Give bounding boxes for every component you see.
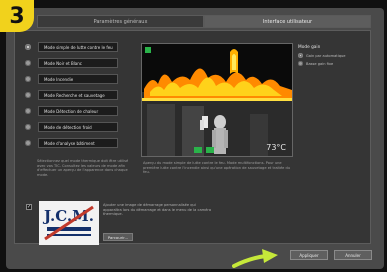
- mode-preview-description: Aperçu du mode simple de lutte contre le…: [143, 161, 291, 175]
- browse-button[interactable]: Parcourir...: [103, 233, 133, 241]
- mode-row[interactable]: Mode Détection de chaleur: [25, 106, 118, 116]
- gain-option[interactable]: Basse gain fixe: [298, 61, 364, 66]
- status-icon: [206, 147, 214, 153]
- startup-logo-description: Ajouter une image de démarrage personnal…: [103, 203, 212, 217]
- mode-radio[interactable]: [25, 108, 31, 114]
- mode-radio[interactable]: [25, 124, 31, 130]
- tab-general-settings[interactable]: Paramètres généraux: [37, 15, 204, 28]
- mode-row[interactable]: Mode Recherche et sauvetage: [25, 90, 118, 100]
- mode-button[interactable]: Mode Détection de chaleur: [38, 106, 118, 116]
- temperature-readout: 73°C: [266, 143, 286, 152]
- mode-row[interactable]: Mode Noir et Blanc: [25, 58, 118, 68]
- mode-button[interactable]: Mode simple de lutte contre le feu: [38, 42, 118, 52]
- gain-mode-title: Mode gain: [298, 45, 321, 50]
- gain-option[interactable]: Gain par automatique: [298, 53, 364, 58]
- step-badge: 3: [0, 0, 34, 32]
- gain-option-label: Basse gain fixe: [306, 61, 334, 66]
- mode-row[interactable]: Mode Incendie: [25, 74, 118, 84]
- thermal-image: [142, 44, 292, 156]
- mode-radio[interactable]: [25, 44, 31, 50]
- tab-user-interface[interactable]: Interface utilisateur: [204, 15, 371, 28]
- mode-row[interactable]: Mode d'analyse bâtiment: [25, 138, 118, 148]
- startup-logo-checkbox[interactable]: ✓: [26, 204, 32, 210]
- mode-instructions: Sélectionnez quel mode thermique doit êt…: [37, 159, 129, 177]
- battery-icon: [194, 147, 202, 153]
- mode-button[interactable]: Mode Recherche et sauvetage: [38, 90, 118, 100]
- mode-row[interactable]: Mode simple de lutte contre le feu: [25, 42, 118, 52]
- apply-button[interactable]: Appliquer: [290, 250, 328, 260]
- cancel-button[interactable]: Annuler: [334, 250, 372, 260]
- mode-button[interactable]: Mode Noir et Blanc: [38, 58, 118, 68]
- mode-row[interactable]: Mode de détection froid: [25, 122, 118, 132]
- mode-button[interactable]: Mode d'analyse bâtiment: [38, 138, 118, 148]
- mode-button[interactable]: Mode Incendie: [38, 74, 118, 84]
- tab-bar: Paramètres généraux Interface utilisateu…: [37, 15, 371, 28]
- gain-radio[interactable]: [298, 53, 303, 58]
- startup-logo-preview: J.C.M.: [39, 201, 99, 245]
- settings-panel: Mode simple de lutte contre le feu Mode …: [14, 30, 371, 245]
- mode-radio[interactable]: [25, 140, 31, 146]
- gain-radio[interactable]: [298, 61, 303, 66]
- arrow-indicator-icon: [232, 249, 278, 268]
- mode-radio[interactable]: [25, 76, 31, 82]
- mode-radio[interactable]: [25, 60, 31, 66]
- gain-option-label: Gain par automatique: [306, 53, 346, 58]
- mode-button[interactable]: Mode de détection froid: [38, 122, 118, 132]
- gain-mode-group: Mode gain Gain par automatique Basse gai…: [298, 45, 364, 69]
- jcm-logo: J.C.M.: [39, 201, 99, 245]
- mode-radio[interactable]: [25, 92, 31, 98]
- thermal-preview: 73°C: [141, 43, 293, 157]
